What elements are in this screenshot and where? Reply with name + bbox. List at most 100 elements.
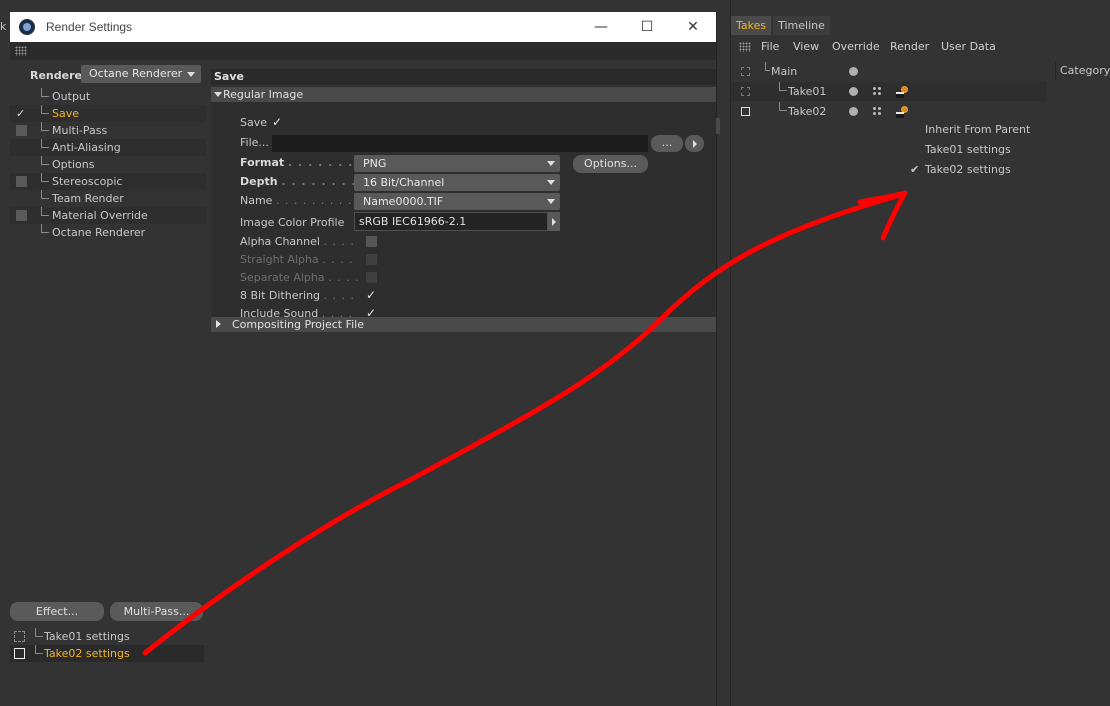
tree-item[interactable]: Multi-Pass [10,122,206,139]
context-menu-item[interactable]: Take01 settings [907,140,1047,160]
window-titlebar[interactable]: Render Settings — ☐ ✕ [10,12,716,42]
take-icon [741,87,750,96]
tree-item[interactable]: Output [10,88,206,105]
tree-connector [765,62,770,71]
tree-connector [35,628,43,637]
tree-item[interactable]: Octane Renderer [10,224,206,241]
tab-timeline[interactable]: Timeline [773,16,830,35]
enable-checkbox[interactable] [16,210,27,221]
separate-alpha-label: Separate Alpha . . . . [240,271,360,284]
tree-item[interactable]: Team Render [10,190,206,207]
name-value: Name0000.TIF [363,195,444,208]
tree-connector [41,207,49,216]
format-dropdown[interactable]: PNG [354,155,560,172]
close-icon[interactable]: ✕ [670,12,716,42]
tree-item-label: Options [52,158,95,171]
context-menu-item[interactable]: Inherit From Parent [907,120,1047,140]
context-menu-item[interactable]: ✔ Take02 settings [907,160,1047,180]
regular-image-group-header[interactable]: Regular Image [211,87,716,102]
tree-item-label: Team Render [52,192,124,205]
effect-button[interactable]: Effect... [10,602,104,621]
straight-alpha-checkbox[interactable] [366,254,377,265]
override-icon[interactable] [872,106,882,116]
tree-connector [35,645,43,654]
tree-item[interactable]: Stereoscopic [10,173,206,190]
override-icon[interactable] [872,86,882,96]
context-menu-item-label: Inherit From Parent [925,123,1031,136]
checkbox-empty-slot [16,193,27,204]
tree-item[interactable]: Material Override [10,207,206,224]
renderer-dropdown[interactable]: Octane Renderer [81,65,201,83]
tree-connector [779,82,787,91]
takes-panel: Takes Timeline File View Override Render… [730,0,1110,706]
depth-dropdown[interactable]: 16 Bit/Channel [354,174,560,191]
format-options-button[interactable]: Options... [573,155,648,173]
tree-connector [41,139,49,148]
menu-render[interactable]: Render [890,37,929,57]
triangle-right-icon [216,320,221,328]
tree-connector [41,122,49,131]
checkbox-empty-slot [16,227,27,238]
color-profile-label: Image Color Profile [240,216,345,229]
enable-checkbox[interactable] [16,125,27,136]
visibility-dot-icon[interactable] [849,67,858,76]
renderer-label: Renderer [30,69,88,82]
file-path-input[interactable] [272,135,648,152]
category-column-header[interactable]: Category [1055,62,1110,80]
browse-button[interactable]: ... [651,135,683,152]
take-row-take01[interactable]: Take01 [731,82,1047,101]
multipass-button[interactable]: Multi-Pass... [110,602,203,621]
enable-checkbox[interactable] [16,176,27,187]
visibility-dot-icon[interactable] [849,107,858,116]
compositing-group-header[interactable]: Compositing Project File [211,317,716,332]
menu-view[interactable]: View [793,37,819,57]
render-settings-icon[interactable] [896,86,908,98]
save-checkbox[interactable]: ✓ [272,116,282,128]
tab-takes[interactable]: Takes [731,16,772,35]
take-row-main[interactable]: Main [731,62,1047,81]
take-icon [741,67,750,76]
tree-item-label: Stereoscopic [52,175,123,188]
minimize-icon[interactable]: — [578,12,624,42]
take-label: Take01 [788,85,827,98]
settings-item-icon [14,631,25,642]
straight-alpha-label: Straight Alpha . . . . [240,253,354,266]
tree-item-label: Octane Renderer [52,226,146,239]
take-row-take02[interactable]: Take02 [731,102,1047,121]
alpha-channel-checkbox[interactable] [366,236,377,247]
name-dropdown[interactable]: Name0000.TIF [354,193,560,210]
tree-connector [41,105,49,114]
scrollbar[interactable] [716,118,720,134]
tree-item[interactable]: ✓ Save [10,105,206,122]
maximize-icon[interactable]: ☐ [624,12,670,42]
menu-user-data[interactable]: User Data [941,37,996,57]
render-settings-context-menu: Inherit From Parent Take01 settings ✔ Take0… [907,120,1047,180]
save-attributes: Save ✓ File... ... Format . . . . . . . … [211,102,716,321]
tree-connector [779,102,787,111]
window-toolbar [10,42,716,60]
color-profile-field[interactable]: sRGB IEC61966-2.1 [354,212,548,231]
tree-connector [41,190,49,199]
regular-image-label: Regular Image [223,88,304,101]
separate-alpha-checkbox[interactable] [366,272,377,283]
visibility-dot-icon[interactable] [849,87,858,96]
render-settings-icon[interactable] [896,106,908,118]
format-value: PNG [363,157,387,170]
checkmark-icon: ✔ [910,163,920,176]
menu-override[interactable]: Override [832,37,880,57]
window-title: Render Settings [46,20,133,34]
menu-file[interactable]: File [761,37,779,57]
list-item[interactable]: Take02 settings [10,645,204,662]
grip-icon[interactable] [15,46,27,56]
chevron-down-icon [187,72,195,77]
dithering-checkbox[interactable]: ✓ [366,289,376,301]
tree-item[interactable]: Options [10,156,206,173]
list-item[interactable]: Take01 settings [10,628,204,645]
tree-item[interactable]: Anti-Aliasing [10,139,206,156]
file-arrow-button[interactable] [685,135,704,152]
enable-checkbox[interactable]: ✓ [16,108,27,119]
color-profile-arrow-button[interactable] [548,212,560,231]
render-settings-window: Render Settings — ☐ ✕ Renderer Octane Re… [10,12,720,706]
cinema4d-app-icon [19,19,35,35]
checkbox-empty-slot [16,142,27,153]
